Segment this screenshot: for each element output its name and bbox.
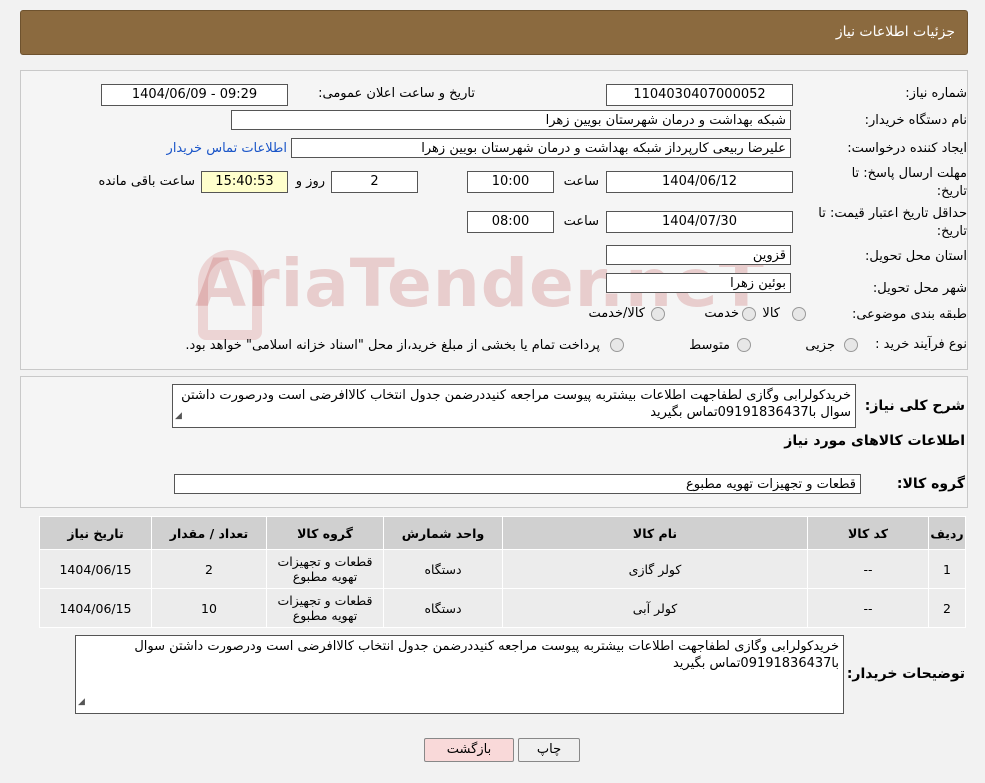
cell-quantity: 2 <box>151 549 267 589</box>
page-header: جزئیات اطلاعات نیاز <box>20 10 968 55</box>
days-label: روز و <box>295 174 325 189</box>
cell-code: -- <box>807 588 929 628</box>
buyer-contact-link[interactable]: اطلاعات تماس خریدار <box>167 141 287 156</box>
category-option-service: خدمت <box>704 306 739 321</box>
cell-name: کولر آبی <box>502 588 808 628</box>
goods-section-title: اطلاعات کالاهای مورد نیاز <box>784 433 965 449</box>
province-field: قزوین <box>606 245 791 265</box>
description-text: خریدکولرابی وگازی لطفاجهت اطلاعات بیشترب… <box>181 388 851 420</box>
items-table: ردیف کد کالا نام کالا واحد شمارش گروه کا… <box>39 516 966 628</box>
validity-time-label: ساعت <box>563 214 599 229</box>
requester-label: ایجاد کننده درخواست: <box>847 141 967 156</box>
time-remaining-label: ساعت باقی مانده <box>98 174 195 189</box>
back-button[interactable]: بازگشت <box>424 738 514 762</box>
deadline-label: مهلت ارسال پاسخ: تا <box>851 166 967 181</box>
table-header-row: ردیف کد کالا نام کالا واحد شمارش گروه کا… <box>39 516 966 550</box>
category-label: طبقه بندی موضوعی: <box>851 307 967 322</box>
description-label: شرح کلی نیاز: <box>864 398 965 414</box>
category-radio-service[interactable] <box>742 307 756 321</box>
validity-label: حداقل تاریخ اعتبار قیمت: تا <box>818 206 967 221</box>
cell-unit: دستگاه <box>383 588 503 628</box>
buyer-notes-text: خریدکولرابی وگازی لطفاجهت اطلاعات بیشترب… <box>134 639 839 671</box>
category-radio-goods-service[interactable] <box>651 307 665 321</box>
col-quantity: تعداد / مقدار <box>151 516 267 550</box>
cell-quantity: 10 <box>151 588 267 628</box>
city-label: شهر محل تحویل: <box>872 281 967 296</box>
validity-date-field: 1404/07/30 <box>606 211 793 233</box>
process-option-medium: متوسط <box>689 338 730 353</box>
buyer-notes-textarea: خریدکولرابی وگازی لطفاجهت اطلاعات بیشترب… <box>75 635 844 714</box>
province-label: استان محل تحویل: <box>865 249 967 264</box>
print-button[interactable]: چاپ <box>518 738 580 762</box>
cell-group: قطعات و تجهیزات تهویه مطبوع <box>266 588 384 628</box>
cell-row: 2 <box>928 588 966 628</box>
cell-row: 1 <box>928 549 966 589</box>
process-option-minor: جزیی <box>805 338 835 353</box>
days-remaining-field: 2 <box>331 171 418 193</box>
category-radio-goods[interactable] <box>792 307 806 321</box>
cell-name: کولر گازی <box>502 549 808 589</box>
announce-field: 1404/06/09 - 09:29 <box>101 84 288 106</box>
process-treasury-note: پرداخت تمام یا بخشی از مبلغ خرید،از محل … <box>185 338 600 353</box>
col-unit: واحد شمارش <box>383 516 503 550</box>
resize-handle-icon[interactable]: ◢ <box>175 408 182 425</box>
category-option-goods-service: کالا/خدمت <box>588 306 645 321</box>
need-number-field: 1104030407000052 <box>606 84 793 106</box>
cell-need-date: 1404/06/15 <box>39 588 152 628</box>
process-radio-medium[interactable] <box>737 338 751 352</box>
requester-field: علیرضا ربیعی کارپرداز شبکه بهداشت و درما… <box>291 138 791 158</box>
deadline-label-date: تاریخ: <box>936 184 967 199</box>
cell-unit: دستگاه <box>383 549 503 589</box>
cell-code: -- <box>807 549 929 589</box>
goods-group-field: قطعات و تجهیزات تهویه مطبوع <box>174 474 861 494</box>
buyer-org-field: شبکه بهداشت و درمان شهرستان بویین زهرا <box>231 110 791 130</box>
cell-need-date: 1404/06/15 <box>39 549 152 589</box>
col-need-date: تاریخ نیاز <box>39 516 152 550</box>
deadline-time-field: 10:00 <box>467 171 554 193</box>
col-code: کد کالا <box>807 516 929 550</box>
need-number-label: شماره نیاز: <box>905 86 967 101</box>
col-group: گروه کالا <box>266 516 384 550</box>
description-textarea: خریدکولرابی وگازی لطفاجهت اطلاعات بیشترب… <box>172 384 856 428</box>
time-remaining-field: 15:40:53 <box>201 171 288 193</box>
deadline-time-label: ساعت <box>563 174 599 189</box>
city-field: بوئین زهرا <box>606 273 791 293</box>
goods-group-label: گروه کالا: <box>896 476 965 492</box>
process-label: نوع فرآیند خرید : <box>875 337 967 352</box>
col-name: نام کالا <box>502 516 808 550</box>
process-radio-minor[interactable] <box>844 338 858 352</box>
table-row: 1 -- کولر گازی دستگاه قطعات و تجهیزات ته… <box>39 549 966 589</box>
process-checkbox-treasury[interactable] <box>610 338 624 352</box>
col-row: ردیف <box>928 516 966 550</box>
buyer-org-label: نام دستگاه خریدار: <box>864 113 967 128</box>
announce-label: تاریخ و ساعت اعلان عمومی: <box>318 86 475 101</box>
page-title: جزئیات اطلاعات نیاز <box>835 24 955 40</box>
deadline-date-field: 1404/06/12 <box>606 171 793 193</box>
buyer-notes-label: توضیحات خریدار: <box>846 666 965 682</box>
category-option-goods: کالا <box>762 306 780 321</box>
validity-label-date: تاریخ: <box>936 224 967 239</box>
resize-handle-icon[interactable]: ◢ <box>78 694 85 711</box>
cell-group: قطعات و تجهیزات تهویه مطبوع <box>266 549 384 589</box>
table-row: 2 -- کولر آبی دستگاه قطعات و تجهیزات تهو… <box>39 588 966 628</box>
validity-time-field: 08:00 <box>467 211 554 233</box>
